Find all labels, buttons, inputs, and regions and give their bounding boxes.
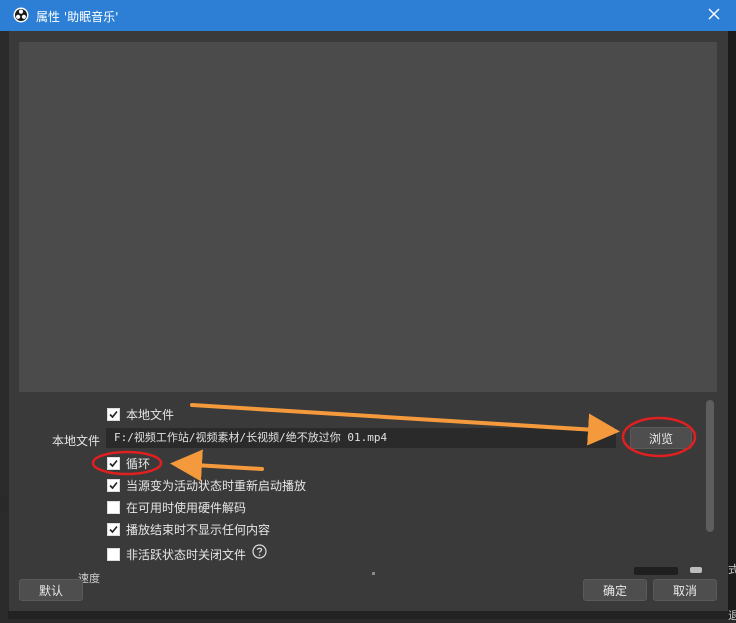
checkbox-box[interactable] [107, 407, 120, 421]
checkbox-box[interactable] [107, 547, 120, 561]
defaults-button[interactable]: 默认 [19, 579, 83, 601]
browse-button[interactable]: 浏览 [630, 427, 692, 449]
close-when-inactive-checkbox-label: 非活跃状态时关闭文件 [126, 547, 247, 562]
ok-button[interactable]: 确定 [583, 579, 647, 601]
checkbox-box[interactable] [107, 500, 120, 514]
checkbox-box[interactable] [107, 478, 120, 492]
close-button[interactable] [700, 0, 728, 31]
local-file-checkbox[interactable]: 本地文件 [107, 405, 174, 423]
local-file-checkbox-label: 本地文件 [126, 407, 175, 422]
background-edge-glyph: 式 [728, 563, 736, 576]
title-bar: 属性 '助眠音乐' [0, 0, 736, 31]
hardware-decoding-checkbox[interactable]: 在可用时使用硬件解码 [107, 498, 246, 516]
background-window-bottom [8, 611, 728, 619]
loop-checkbox-label: 循环 [126, 456, 151, 471]
cancel-button[interactable]: 取消 [653, 579, 717, 601]
restart-on-active-checkbox[interactable]: 当源变为活动状态时重新启动播放 [107, 476, 306, 494]
obs-logo-icon [13, 7, 29, 23]
close-when-inactive-checkbox[interactable]: 非活跃状态时关闭文件 [107, 545, 246, 563]
close-icon [708, 8, 720, 23]
media-preview [19, 42, 717, 392]
local-file-path-input[interactable]: F:/视频工作站/视频素材/长视频/绝不放过你 01.mp4 [106, 428, 616, 448]
background-edge-glyph: 退 [728, 609, 736, 622]
checkbox-box[interactable] [107, 522, 120, 536]
window-title: 属性 '助眠音乐' [36, 10, 119, 24]
restart-on-active-checkbox-label: 当源变为活动状态时重新启动播放 [126, 478, 307, 493]
local-file-field-label: 本地文件 [52, 434, 101, 448]
loop-checkbox[interactable]: 循环 [107, 454, 150, 472]
help-circle-icon[interactable] [252, 544, 267, 559]
background-window-strip [0, 495, 8, 511]
show-nothing-on-end-checkbox-label: 播放结束时不显示任何内容 [126, 522, 271, 537]
partially-hidden-slider-handle[interactable] [690, 567, 702, 573]
background-window-edge [728, 31, 736, 619]
show-nothing-on-end-checkbox[interactable]: 播放结束时不显示任何内容 [107, 520, 270, 538]
partially-hidden-slider[interactable] [634, 567, 678, 575]
checkbox-box[interactable] [107, 456, 120, 470]
scrollbar-thumb[interactable] [706, 400, 714, 532]
slider-tick [372, 572, 375, 575]
hardware-decoding-checkbox-label: 在可用时使用硬件解码 [126, 500, 247, 515]
